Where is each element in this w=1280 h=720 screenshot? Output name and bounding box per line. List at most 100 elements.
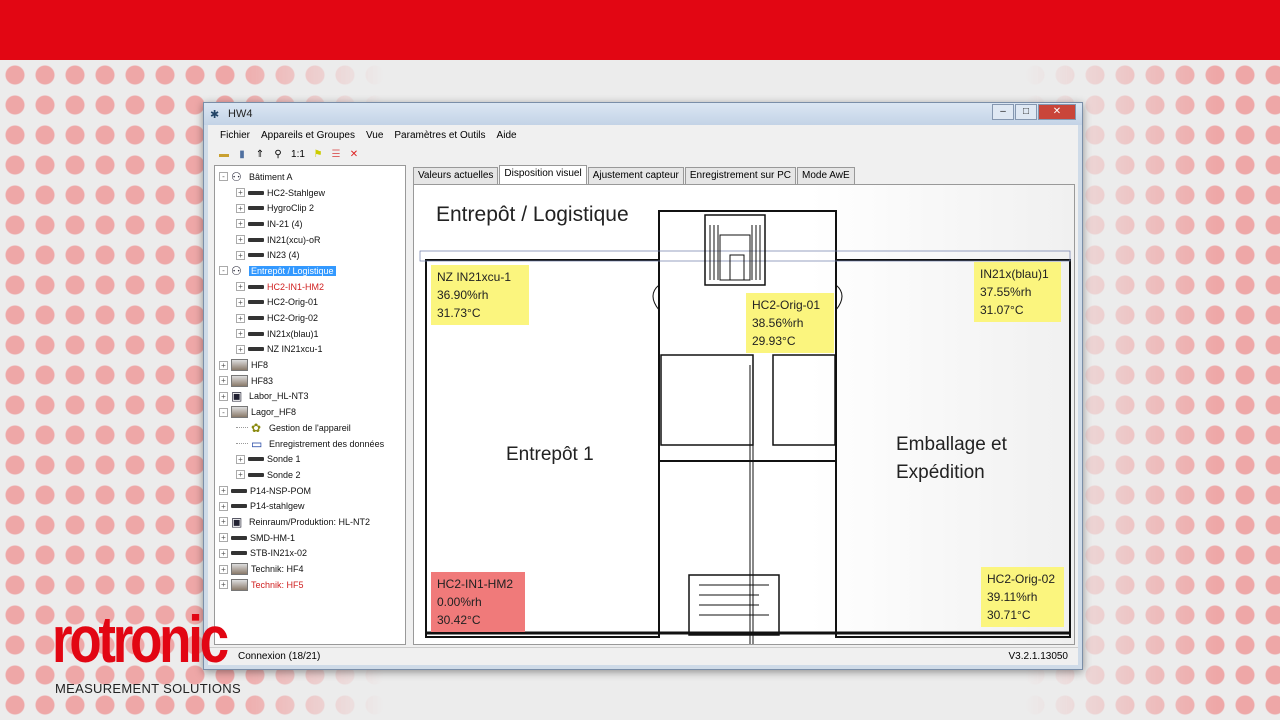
tree-item[interactable]: + STB-IN21x-02 — [215, 546, 405, 562]
tree-item[interactable]: + ▣ Reinraum/Produktion: HL-NT2 — [215, 514, 405, 530]
tree-item[interactable]: + IN21x(blau)1 — [215, 326, 405, 342]
tree-line — [236, 427, 248, 429]
expand-icon[interactable]: + — [219, 517, 228, 527]
probe-icon — [248, 237, 264, 242]
device-icon[interactable]: ▮ — [236, 149, 248, 160]
sensor-tile-hc2-in1-hm2[interactable]: HC2-IN1-HM2 0.00%rh 30.42°C — [431, 572, 525, 632]
tree-item-label: Technik: HF4 — [251, 564, 304, 575]
tree-item[interactable]: + Sonde 2 — [215, 467, 405, 483]
tree-item[interactable]: + Technik: HF5 — [215, 577, 405, 593]
search-icon[interactable]: ⚲ — [272, 149, 284, 160]
expand-icon[interactable]: + — [236, 250, 245, 260]
tree-item[interactable]: + P14-NSP-POM — [215, 483, 405, 499]
tree-item[interactable]: + HC2-Orig-02 — [215, 310, 405, 326]
menu-bar: Fichier Appareils et Groupes Vue Paramèt… — [208, 125, 1078, 145]
delete-icon[interactable]: ✕ — [348, 149, 360, 160]
sensor-humidity: 0.00%rh — [437, 595, 482, 609]
tree-item[interactable]: + SMD-HM-1 — [215, 530, 405, 546]
tab-enregistrement-pc[interactable]: Enregistrement sur PC — [684, 167, 797, 184]
sensor-tile-nz-in21xcu-1[interactable]: NZ IN21xcu-1 36.90%rh 31.73°C — [431, 265, 529, 325]
tree-item-label: HC2-Orig-02 — [267, 313, 319, 324]
tab-valeurs-actuelles[interactable]: Valeurs actuelles — [413, 167, 499, 184]
collapse-icon[interactable]: - — [219, 172, 228, 182]
tree-item-label: HygroClip 2 — [267, 203, 315, 214]
tree-item-label: SMD-HM-1 — [250, 532, 295, 543]
tree-item[interactable]: + ▣ Labor_HL-NT3 — [215, 389, 405, 405]
gear-icon: ✿ — [251, 420, 262, 435]
expand-icon[interactable]: + — [236, 219, 245, 229]
list-icon[interactable]: ☰ — [330, 149, 342, 160]
sensor-tile-in21x-blau-1[interactable]: IN21x(blau)1 37.55%rh 31.07°C — [974, 262, 1061, 322]
tree-item[interactable]: + HC2-IN1-HM2 — [215, 279, 405, 295]
probe-icon — [248, 457, 264, 462]
menu-parametres[interactable]: Paramètres et Outils — [394, 130, 485, 141]
expand-icon[interactable]: + — [236, 188, 245, 198]
tree-item[interactable]: + HygroClip 2 — [215, 200, 405, 216]
flag-icon[interactable]: ⚑ — [312, 149, 324, 160]
tab-disposition-visuel[interactable]: Disposition visuel — [499, 165, 587, 184]
open-folder-icon[interactable]: ▬ — [218, 149, 230, 160]
collapse-icon[interactable]: - — [219, 407, 228, 417]
ratio-button[interactable]: 1:1 — [290, 149, 306, 160]
expand-icon[interactable]: + — [219, 376, 228, 386]
tree-item[interactable]: ✿ Gestion de l'appareil — [215, 420, 405, 436]
maximize-button[interactable]: □ — [1015, 104, 1037, 120]
sensor-temperature: 30.71°C — [987, 608, 1031, 622]
expand-icon[interactable]: + — [219, 548, 228, 558]
close-button[interactable]: ✕ — [1038, 104, 1076, 120]
device-tree[interactable]: - ⚇ Bâtiment A + HC2-Stahlgew + HygroClip 2 + IN… — [214, 165, 406, 645]
expand-icon[interactable]: + — [236, 282, 245, 292]
tree-item[interactable]: + Sonde 1 — [215, 451, 405, 467]
tree-item[interactable]: + IN21(xcu)-oR — [215, 232, 405, 248]
room-label-line1: Emballage et — [896, 434, 1007, 455]
probe-icon — [248, 331, 264, 336]
menu-appareils[interactable]: Appareils et Groupes — [261, 130, 355, 141]
expand-icon[interactable]: + — [236, 470, 245, 480]
tree-item[interactable]: + IN23 (4) — [215, 247, 405, 263]
collapse-icon[interactable]: - — [219, 266, 228, 276]
expand-icon[interactable]: + — [219, 360, 228, 370]
tab-mode-awe[interactable]: Mode AwE — [797, 167, 855, 184]
expand-icon[interactable]: + — [219, 501, 228, 511]
tree-item[interactable]: - ⚇ Entrepôt / Logistique — [215, 263, 405, 279]
tab-bar: Valeurs actuelles Disposition visuel Aju… — [413, 165, 856, 184]
tree-item[interactable]: + Technik: HF4 — [215, 561, 405, 577]
expand-icon[interactable]: + — [219, 391, 228, 401]
expand-icon[interactable]: + — [236, 203, 245, 213]
sensor-tile-hc2-orig-02[interactable]: HC2-Orig-02 39.11%rh 30.71°C — [981, 567, 1064, 627]
menu-fichier[interactable]: Fichier — [220, 130, 250, 141]
tree-item[interactable]: - ⚇ Bâtiment A — [215, 169, 405, 185]
expand-icon[interactable]: + — [236, 297, 245, 307]
tree-item[interactable]: + HC2-Orig-01 — [215, 295, 405, 311]
save-icon: ▭ — [251, 436, 263, 451]
toolbar: ▬ ▮ ⇑ ⚲ 1:1 ⚑ ☰ ✕ — [208, 145, 1078, 163]
minimize-button[interactable]: – — [992, 104, 1014, 120]
tree-item[interactable]: + HF8 — [215, 357, 405, 373]
expand-icon[interactable]: + — [236, 329, 245, 339]
tree-item-label: Labor_HL-NT3 — [249, 391, 309, 402]
probe-icon — [248, 284, 264, 289]
tree-item[interactable]: + IN-21 (4) — [215, 216, 405, 232]
tab-ajustement-capteur[interactable]: Ajustement capteur — [587, 167, 684, 184]
window-title: HW4 — [228, 108, 253, 120]
expand-icon[interactable]: + — [236, 454, 245, 464]
sensor-tile-hc2-orig-01[interactable]: HC2-Orig-01 38.56%rh 29.93°C — [746, 293, 834, 353]
menu-aide[interactable]: Aide — [497, 130, 517, 141]
tree-item[interactable]: + HF83 — [215, 373, 405, 389]
tree-item[interactable]: - Lagor_HF8 — [215, 404, 405, 420]
expand-icon[interactable]: + — [219, 580, 228, 590]
expand-icon[interactable]: + — [236, 235, 245, 245]
tree-item[interactable]: + HC2-Stahlgew — [215, 185, 405, 201]
expand-icon[interactable]: + — [219, 564, 228, 574]
menu-vue[interactable]: Vue — [366, 130, 383, 141]
upload-icon[interactable]: ⇑ — [254, 149, 266, 160]
expand-icon[interactable]: + — [219, 486, 228, 496]
tree-item[interactable]: ▭ Enregistrement des données — [215, 436, 405, 452]
expand-icon[interactable]: + — [236, 344, 245, 354]
tree-item[interactable]: + P14-stahlgew — [215, 498, 405, 514]
expand-icon[interactable]: + — [219, 533, 228, 543]
sensor-temperature: 31.73°C — [437, 306, 481, 320]
expand-icon[interactable]: + — [236, 313, 245, 323]
tree-item-label: P14-NSP-POM — [250, 485, 312, 496]
tree-item[interactable]: + NZ IN21xcu-1 — [215, 342, 405, 358]
